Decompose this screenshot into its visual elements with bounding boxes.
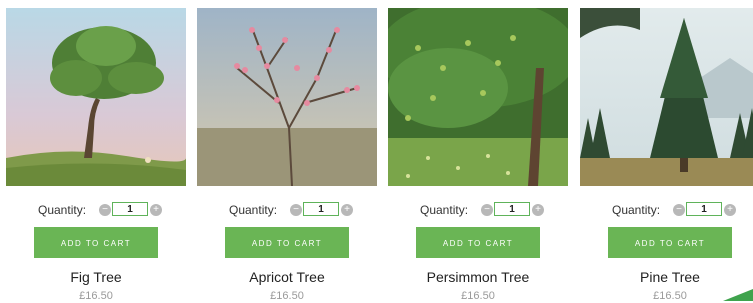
product-card-pine-tree: Quantity: − + ADD TO CART Pine Tree £16.… [580, 8, 753, 302]
quantity-increment-button[interactable]: + [724, 204, 736, 216]
add-to-cart-button[interactable]: ADD TO CART [416, 227, 540, 258]
quantity-increment-button[interactable]: + [150, 204, 162, 216]
quantity-input[interactable] [303, 202, 339, 216]
product-card-persimmon-tree: Quantity: − + ADD TO CART Persimmon Tree… [388, 8, 568, 302]
quantity-decrement-button[interactable]: − [481, 204, 493, 216]
quantity-label: Quantity: [38, 203, 87, 217]
apricot-tree-image[interactable] [197, 8, 377, 186]
add-to-cart-button[interactable]: ADD TO CART [34, 227, 158, 258]
product-title[interactable]: Pine Tree [580, 268, 753, 286]
quantity-row: Quantity: − + [6, 202, 186, 218]
corner-accent-shape [723, 289, 753, 301]
quantity-decrement-button[interactable]: − [99, 204, 111, 216]
quantity-input[interactable] [686, 202, 722, 216]
quantity-increment-button[interactable]: + [532, 204, 544, 216]
pine-tree-image[interactable] [580, 8, 753, 186]
add-to-cart-button[interactable]: ADD TO CART [608, 227, 732, 258]
quantity-decrement-button[interactable]: − [673, 204, 685, 216]
product-title[interactable]: Apricot Tree [197, 268, 377, 286]
quantity-row: Quantity: − + [197, 202, 377, 218]
persimmon-tree-image[interactable] [388, 8, 568, 186]
quantity-label: Quantity: [612, 203, 661, 217]
fig-tree-image[interactable] [6, 8, 186, 186]
quantity-input[interactable] [494, 202, 530, 216]
product-title[interactable]: Fig Tree [6, 268, 186, 286]
quantity-input[interactable] [112, 202, 148, 216]
pine-tree-photo [580, 8, 753, 186]
fig-tree-photo [6, 8, 186, 186]
quantity-row: Quantity: − + [580, 202, 753, 218]
quantity-row: Quantity: − + [388, 202, 568, 218]
quantity-label: Quantity: [229, 203, 278, 217]
product-grid: Quantity: − + ADD TO CART Fig Tree £16.5… [0, 0, 753, 302]
quantity-increment-button[interactable]: + [341, 204, 353, 216]
product-card-apricot-tree: Quantity: − + ADD TO CART Apricot Tree £… [197, 8, 377, 302]
apricot-tree-photo [197, 8, 377, 186]
quantity-label: Quantity: [420, 203, 469, 217]
product-card-fig-tree: Quantity: − + ADD TO CART Fig Tree £16.5… [6, 8, 186, 302]
quantity-decrement-button[interactable]: − [290, 204, 302, 216]
product-title[interactable]: Persimmon Tree [388, 268, 568, 286]
add-to-cart-button[interactable]: ADD TO CART [225, 227, 349, 258]
persimmon-tree-photo [388, 8, 568, 186]
